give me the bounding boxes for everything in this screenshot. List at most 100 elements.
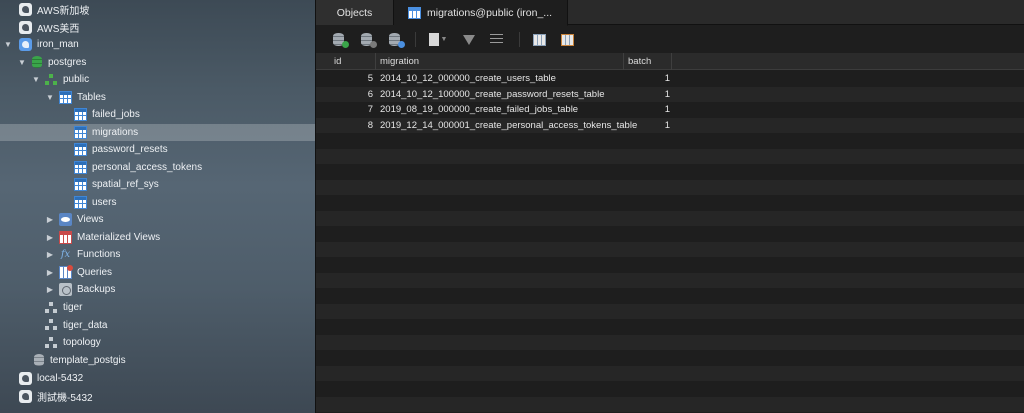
disclosure-collapsed-icon[interactable]: ▶	[45, 250, 55, 259]
cell-id[interactable]: 8	[330, 118, 376, 134]
disclosure-expanded-icon[interactable]: ▼	[31, 75, 41, 84]
table-icon	[74, 143, 87, 157]
tree-item-label: failed_jobs	[92, 109, 140, 121]
column-header-id[interactable]: id	[330, 53, 376, 70]
cell-migration[interactable]: 2019_08_19_000000_create_failed_jobs_tab…	[380, 102, 624, 118]
disclosure-expanded-icon[interactable]: ▼	[45, 93, 55, 102]
sort-icon	[489, 33, 503, 46]
cell-id[interactable]: 6	[330, 87, 376, 103]
cell-batch[interactable]: 1	[624, 102, 672, 118]
column-header-migration[interactable]: migration	[376, 53, 624, 70]
tree-item-label: iron_man	[37, 39, 79, 51]
refresh-button[interactable]	[386, 32, 405, 48]
tab-objects[interactable]: Objects	[316, 0, 394, 25]
tree-item-local-5432[interactable]: local-5432	[0, 370, 315, 388]
delete-record-button[interactable]	[358, 32, 377, 48]
cell-migration[interactable]: 2014_10_12_000000_create_users_table	[380, 71, 624, 87]
tree-item-label: Backups	[77, 284, 116, 296]
delete-record-icon	[360, 33, 377, 48]
tree-item-table-spatial-ref-sys[interactable]: spatial_ref_sys	[0, 176, 315, 194]
disclosure-expanded-icon[interactable]: ▼	[17, 58, 27, 67]
elephant-icon	[19, 371, 32, 385]
cell-id[interactable]: 7	[330, 102, 376, 118]
table-icon	[74, 160, 87, 174]
import-button[interactable]	[530, 32, 548, 47]
disclosure-collapsed-icon[interactable]: ▶	[45, 215, 55, 224]
column-header-batch[interactable]: batch	[624, 53, 672, 70]
new-record-icon	[332, 33, 349, 48]
disclosure-expanded-icon[interactable]: ▼	[3, 40, 13, 49]
tab-label: Objects	[336, 6, 373, 19]
tree-item-iron-man[interactable]: ▼ iron_man	[0, 36, 315, 54]
empty-row	[316, 350, 1024, 366]
tree-item-views[interactable]: ▶ Views	[0, 211, 315, 229]
cell-migration[interactable]: 2014_10_12_100000_create_password_resets…	[380, 87, 624, 103]
elephant-icon	[19, 389, 32, 403]
tree-item-public[interactable]: ▼ public	[0, 71, 315, 89]
tree-item-label: tiger	[63, 302, 83, 314]
tree-item-label: Views	[77, 214, 104, 226]
tree-item-postgres[interactable]: ▼ postgres	[0, 54, 315, 72]
main-panel: Objects migrations@public (iron_... ▼ id…	[315, 0, 1024, 413]
empty-row	[316, 288, 1024, 304]
table-row[interactable]: 8 2019_12_14_000001_create_personal_acces…	[316, 117, 1024, 134]
tree-item-materialized-views[interactable]: ▶ Materialized Views	[0, 229, 315, 247]
tree-item-aws-us-west[interactable]: AWS美西	[0, 19, 315, 37]
empty-row	[316, 334, 1024, 350]
text-view-button[interactable]: ▼	[428, 32, 448, 47]
tree-item-table-failed-jobs[interactable]: failed_jobs	[0, 106, 315, 124]
tree-item-functions[interactable]: ▶ fx Functions	[0, 246, 315, 264]
table-row[interactable]: 7 2019_08_19_000000_create_failed_jobs_ta…	[316, 102, 1024, 118]
tree-item-backups[interactable]: ▶ Backups	[0, 281, 315, 299]
table-icon	[408, 6, 421, 19]
tree-item-schema-tiger-data[interactable]: tiger_data	[0, 317, 315, 335]
tree-item-queries[interactable]: ▶ Queries	[0, 264, 315, 282]
cell-batch[interactable]: 1	[624, 118, 672, 134]
tree-item-label: 測試機-5432	[37, 392, 93, 404]
text-view-icon	[428, 33, 439, 46]
tree-item-tables[interactable]: ▼ Tables	[0, 89, 315, 107]
tree-item-label: personal_access_tokens	[92, 161, 203, 173]
tree-item-label: public	[63, 74, 90, 86]
empty-row	[316, 381, 1024, 397]
empty-row	[316, 272, 1024, 288]
disclosure-collapsed-icon[interactable]: ▶	[45, 285, 55, 294]
materialized-views-icon	[59, 230, 72, 244]
sidebar-tree: AWS新加坡 AWS美西 ▼ iron_man ▼ postgres ▼ pub…	[0, 0, 315, 413]
new-record-button[interactable]	[330, 32, 349, 48]
tree-item-table-users[interactable]: users	[0, 194, 315, 212]
empty-row	[316, 319, 1024, 335]
empty-row	[316, 257, 1024, 273]
data-grid: id migration batch 5 2014_10_12_000000_cr…	[316, 53, 1024, 413]
table-row[interactable]: 6 2014_10_12_100000_create_password_reset…	[316, 86, 1024, 103]
tab-migrations[interactable]: migrations@public (iron_...	[394, 0, 568, 26]
cell-id[interactable]: 5	[330, 71, 376, 87]
sort-button[interactable]	[488, 32, 504, 47]
tree-item-table-password-resets[interactable]: password_resets	[0, 141, 315, 159]
tree-item-test-5432[interactable]: 測試機-5432	[0, 388, 315, 406]
cell-batch[interactable]: 1	[624, 87, 672, 103]
tree-item-table-personal-access-tokens[interactable]: personal_access_tokens	[0, 159, 315, 177]
table-row[interactable]: 5 2014_10_12_000000_create_users_table 1	[316, 71, 1024, 87]
filter-button[interactable]	[461, 32, 477, 47]
tree-item-label: tiger_data	[63, 319, 108, 331]
filter-icon	[463, 34, 475, 45]
schema-icon	[45, 319, 58, 331]
empty-row	[316, 396, 1024, 412]
tree-item-label: spatial_ref_sys	[92, 179, 159, 191]
tree-item-schema-tiger[interactable]: tiger	[0, 299, 315, 317]
disclosure-collapsed-icon[interactable]: ▶	[45, 268, 55, 277]
disclosure-collapsed-icon[interactable]: ▶	[45, 233, 55, 242]
tree-item-template-postgis[interactable]: template_postgis	[0, 352, 315, 370]
export-button[interactable]	[558, 32, 576, 47]
cell-migration[interactable]: 2019_12_14_000001_create_personal_access…	[380, 118, 637, 134]
tree-item-aws-singapore[interactable]: AWS新加坡	[0, 1, 315, 19]
cell-batch[interactable]: 1	[624, 71, 672, 87]
tree-item-label: Materialized Views	[77, 231, 161, 243]
queries-icon	[59, 264, 73, 279]
tree-item-label: Functions	[77, 249, 121, 261]
tree-item-table-migrations[interactable]: migrations	[0, 123, 315, 141]
tree-item-schema-topology[interactable]: topology	[0, 334, 315, 352]
export-icon	[560, 33, 574, 46]
empty-row	[316, 164, 1024, 180]
